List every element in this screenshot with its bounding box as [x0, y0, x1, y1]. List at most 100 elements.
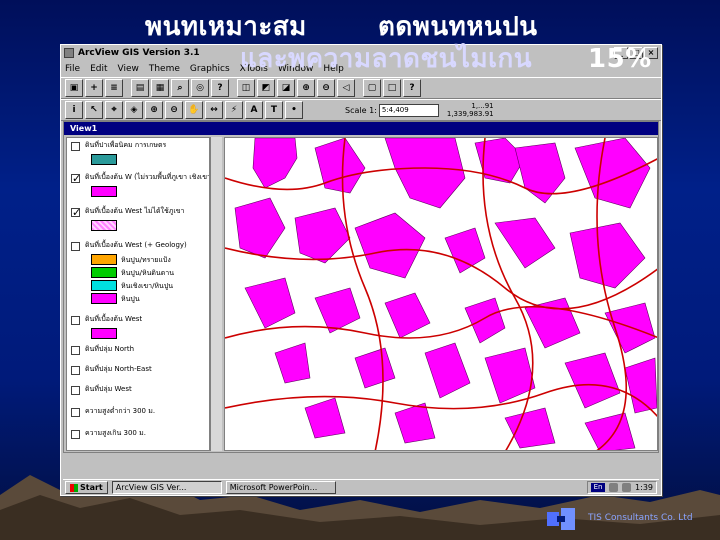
map-polygon	[384, 138, 466, 209]
zoom-full-icon[interactable]: ◫	[237, 79, 255, 97]
company-logo	[547, 508, 575, 530]
windows-taskbar: Start ArcView GIS Ver... Microsoft Power…	[63, 479, 659, 495]
query-builder-icon[interactable]: ?	[211, 79, 229, 97]
layer-checkbox[interactable]: ✓	[71, 207, 81, 218]
view-titlebar[interactable]: View1	[64, 122, 658, 135]
map-polygon	[294, 207, 351, 264]
legend-swatch	[91, 220, 117, 231]
layer-checkbox[interactable]	[71, 316, 80, 325]
pan-icon[interactable]: ✋	[185, 101, 203, 119]
zoom-previous-icon[interactable]: ◁	[337, 79, 355, 97]
select-features-icon[interactable]: ▢	[363, 79, 381, 97]
map-polygon	[314, 287, 361, 334]
layer-checkbox[interactable]	[71, 142, 80, 151]
menu-graphics[interactable]: Graphics	[190, 64, 230, 74]
toc-scrollbar[interactable]	[210, 137, 222, 451]
scale-input[interactable]: 5:4,409	[378, 103, 439, 117]
map-polygon	[424, 342, 471, 399]
start-label: Start	[80, 483, 103, 492]
identify-icon[interactable]: i	[65, 101, 83, 119]
map-polygon	[274, 342, 311, 384]
map-polygon	[484, 347, 536, 404]
text-icon[interactable]: T	[265, 101, 283, 119]
help-icon[interactable]: ?	[403, 79, 421, 97]
start-button[interactable]: Start	[65, 481, 108, 494]
view-title: View1	[70, 124, 98, 133]
legend-swatch	[91, 328, 117, 339]
tool-bar: i ↖ ⌖ ◈ ⊕ ⊖ ✋ ↔ ⚡ A T • Scale 1: 5:4,409…	[61, 99, 661, 121]
taskbar-item-arcview[interactable]: ArcView GIS Ver...	[111, 481, 222, 494]
table-of-contents[interactable]: ดินที่ปาเพื่อนิคม การเกษตร ✓ ดินที่เบื้อ…	[66, 137, 210, 451]
zoom-in-icon[interactable]: ⊕	[297, 79, 315, 97]
button-bar: ▣ + ≡ ▤ ▦ ⌕ ◎ ? ◫ ◩ ◪ ⊕ ⊖ ◁ ▢ □ ?	[61, 77, 661, 99]
layer-checkbox[interactable]	[71, 346, 80, 355]
geology-label: หินเชิงเขา/หินปูน	[121, 282, 174, 290]
pointer-icon[interactable]: ↖	[85, 101, 103, 119]
suitable-area-polygons	[234, 138, 657, 450]
menu-theme[interactable]: Theme	[149, 64, 180, 74]
zoom-active-icon[interactable]: ◩	[257, 79, 275, 97]
map-polygon	[524, 297, 581, 349]
window-title: ArcView GIS Version 3.1	[78, 48, 200, 58]
zoom-in-tool-icon[interactable]: ⊕	[145, 101, 163, 119]
select-icon[interactable]: ◈	[125, 101, 143, 119]
zoom-out-icon[interactable]: ⊖	[317, 79, 335, 97]
add-theme-icon[interactable]: +	[85, 79, 103, 97]
scale-label: Scale 1:	[345, 105, 377, 115]
layer-checkbox[interactable]	[71, 386, 80, 395]
map-polygon	[354, 347, 396, 389]
layer-label: ความสูงต่ำกว่า 300 ม.	[85, 407, 156, 415]
layer-label: ดินที่เบื้องต้น W (ไม่รวมพื้นที่ภูเขา เช…	[85, 173, 210, 181]
map-polygon	[624, 357, 657, 414]
vertex-edit-icon[interactable]: ⌖	[105, 101, 123, 119]
map-polygon	[354, 212, 426, 279]
map-polygon	[304, 397, 346, 439]
label-icon[interactable]: A	[245, 101, 263, 119]
zoom-selected-icon[interactable]: ◪	[277, 79, 295, 97]
find-icon[interactable]: ⌕	[171, 79, 189, 97]
geology-label: หินปูน/หินดินดาน	[121, 269, 174, 277]
volume-icon[interactable]	[609, 483, 619, 492]
legend-swatch	[91, 293, 117, 304]
map-canvas[interactable]	[225, 138, 658, 451]
menu-view[interactable]: View	[118, 64, 139, 74]
zoom-out-tool-icon[interactable]: ⊖	[165, 101, 183, 119]
save-project-icon[interactable]: ▣	[65, 79, 83, 97]
coord-y: 1,339,983.91	[446, 110, 494, 118]
locate-icon[interactable]: ◎	[191, 79, 209, 97]
map-polygon	[314, 138, 366, 194]
map-polygon	[394, 402, 436, 444]
clear-selection-icon[interactable]: □	[383, 79, 401, 97]
taskbar-item-powerpoint[interactable]: Microsoft PowerPoin...	[225, 481, 336, 494]
network-icon[interactable]	[622, 483, 632, 492]
legend-swatch	[91, 254, 117, 265]
geology-label: หินปูน/ทรายแป้ง	[121, 256, 171, 264]
windows-logo-icon	[70, 483, 78, 492]
coordinate-readout: 1,...91 1,339,983.91	[447, 102, 494, 118]
layer-checkbox[interactable]	[71, 408, 80, 417]
slide-title-part3: และพความลาดชนไมเกน	[240, 44, 532, 74]
layer-checkbox[interactable]	[71, 430, 80, 439]
map-polygon	[384, 292, 431, 339]
map-display[interactable]	[224, 137, 658, 451]
system-tray: En 1:39	[587, 481, 657, 494]
hotlink-icon[interactable]: ⚡	[225, 101, 243, 119]
theme-properties-icon[interactable]: ≡	[105, 79, 123, 97]
coord-x: 1,...91	[471, 102, 494, 110]
legend-swatch	[91, 186, 117, 197]
layer-label: ดินที่ปลุ่ม North	[85, 345, 135, 353]
menu-edit[interactable]: Edit	[90, 64, 107, 74]
map-polygon	[464, 297, 506, 344]
layer-checkbox[interactable]	[71, 242, 80, 251]
layer-checkbox[interactable]	[71, 366, 80, 375]
layer-checkbox[interactable]: ✓	[71, 173, 81, 184]
arcview-window: ArcView GIS Version 3.1 _ □ × File Edit …	[60, 44, 662, 496]
draw-icon[interactable]: •	[285, 101, 303, 119]
open-table-icon[interactable]: ▦	[151, 79, 169, 97]
measure-icon[interactable]: ↔	[205, 101, 223, 119]
map-polygon	[444, 227, 486, 274]
edit-legend-icon[interactable]: ▤	[131, 79, 149, 97]
map-polygon	[574, 138, 651, 209]
language-indicator[interactable]: En	[591, 483, 606, 492]
menu-file[interactable]: File	[65, 64, 80, 74]
